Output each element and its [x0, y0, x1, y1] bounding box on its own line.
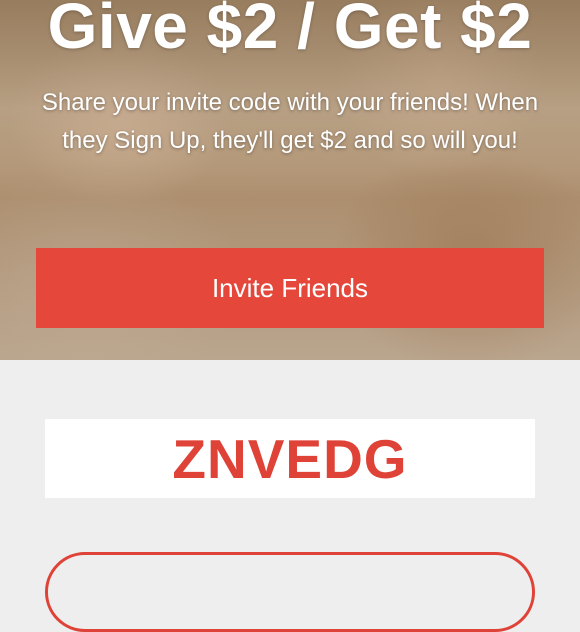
invite-friends-button[interactable]: Invite Friends [36, 248, 544, 328]
secondary-action-button[interactable] [45, 552, 535, 632]
hero-banner: Give $2 / Get $2 Share your invite code … [0, 0, 580, 360]
hero-description: Share your invite code with your friends… [41, 89, 539, 154]
invite-code-text: ZNVEDG [172, 427, 408, 490]
invite-code-box[interactable]: ZNVEDG [45, 419, 535, 498]
hero-title: Give $2 / Get $2 [47, 0, 533, 62]
